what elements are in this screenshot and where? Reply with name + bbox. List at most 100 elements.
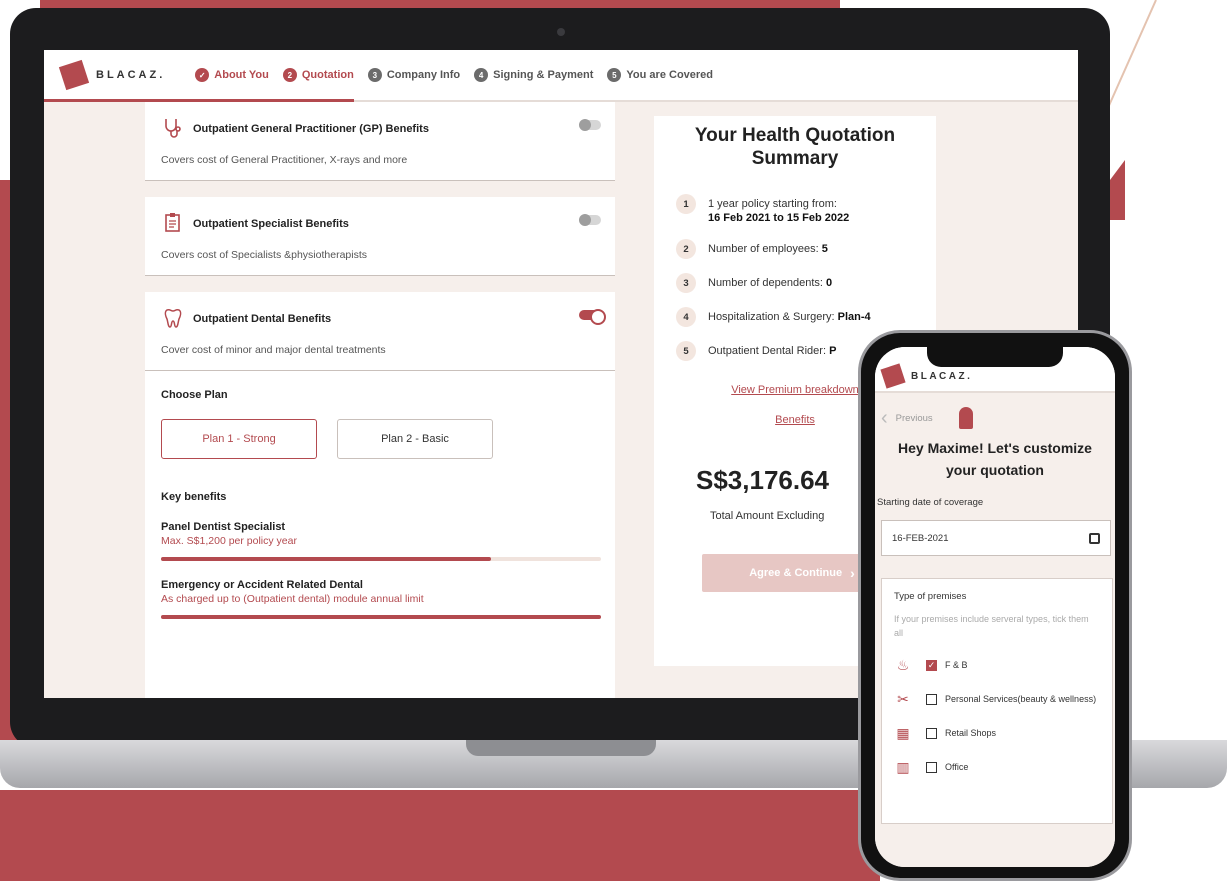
key-benefit-bar-fill	[161, 615, 601, 619]
checkbox[interactable]	[926, 693, 937, 705]
building-icon: ▥	[896, 759, 910, 775]
item-number: 5	[676, 341, 696, 361]
greeting-line: your quotation	[946, 462, 1044, 478]
checkbox[interactable]	[926, 761, 937, 773]
step-quotation[interactable]: 2 Quotation	[282, 68, 354, 82]
previous-button[interactable]: ‹ Previous	[875, 393, 1115, 429]
key-benefit-bar	[161, 557, 601, 561]
item-number: 1	[676, 194, 696, 214]
item-value: 16 Feb 2021 to 15 Feb 2022	[708, 212, 850, 224]
phone-notch	[927, 347, 1063, 367]
step-about-you[interactable]: ✓ About You	[195, 68, 269, 82]
benefit-gp: Outpatient General Practitioner (GP) Ben…	[145, 102, 615, 181]
premises-option-office[interactable]: ▥ Office	[894, 758, 1100, 776]
phone-body: ‹ Previous Hey Maxime! Let's customize y…	[875, 393, 1115, 867]
step-number: 3	[367, 68, 382, 82]
item-number: 4	[676, 307, 696, 327]
laptop-notch	[466, 740, 656, 756]
start-date-label: Starting date of coverage	[877, 497, 984, 508]
benefit-toggle-specialist[interactable]	[579, 214, 601, 226]
phone-frame: BLACAZ. ‹ Previous Hey Maxime! Let's cus…	[858, 330, 1132, 881]
step-label: Signing & Payment	[493, 69, 594, 81]
checkbox[interactable]: ✓	[926, 659, 937, 671]
laptop-camera	[557, 28, 565, 36]
key-benefit-name: Panel Dentist Specialist	[161, 521, 286, 533]
key-benefit-bar	[161, 615, 601, 619]
premises-card: Type of premises If your premises includ…	[881, 578, 1113, 824]
item-number: 3	[676, 273, 696, 293]
step-you-are-covered[interactable]: 5 You are Covered	[607, 68, 713, 82]
key-benefit-limit: Max. S$1,200 per policy year	[161, 535, 297, 547]
step-label: Company Info	[386, 69, 461, 81]
scissors-icon: ✂	[897, 691, 909, 707]
benefit-description: Covers cost of General Practitioner, X-r…	[161, 154, 408, 166]
logo-icon	[880, 363, 906, 389]
summary-item: 3 Number of dependents: 0	[676, 273, 936, 293]
phone-screen: BLACAZ. ‹ Previous Hey Maxime! Let's cus…	[875, 347, 1115, 867]
key-benefit-bar-fill	[161, 557, 491, 561]
check-icon: ✓	[195, 68, 210, 82]
start-date-value: 16-FEB-2021	[892, 532, 949, 544]
step-company-info[interactable]: 3 Company Info	[367, 68, 461, 82]
benefit-toggle-dental[interactable]	[579, 309, 606, 325]
step-number: 2	[282, 68, 297, 82]
plan-strong-button[interactable]: Plan 1 - Strong	[161, 419, 317, 459]
benefit-toggle-gp[interactable]	[579, 119, 601, 131]
summary-item: 2 Number of employees: 5	[676, 239, 936, 259]
key-benefit-name: Emergency or Accident Related Dental	[161, 579, 363, 591]
item-label: Outpatient Dental Rider:	[708, 345, 827, 357]
plan-basic-button[interactable]: Plan 2 - Basic	[337, 419, 493, 459]
greeting-heading: Hey Maxime! Let's customize your quotati…	[875, 437, 1115, 481]
benefit-title: Outpatient General Practitioner (GP) Ben…	[193, 123, 429, 135]
item-value: 0	[826, 277, 833, 289]
benefit-specialist: Outpatient Specialist Benefits Covers co…	[145, 197, 615, 276]
item-label: Hospitalization & Surgery:	[708, 311, 835, 323]
key-benefit-item: Emergency or Accident Related Dental As …	[161, 579, 601, 619]
option-label: F & B	[945, 660, 968, 670]
checkbox[interactable]	[926, 727, 937, 739]
step-number: 4	[474, 68, 489, 82]
premises-option-personal-services[interactable]: ✂ Personal Services(beauty & wellness)	[894, 690, 1100, 708]
start-date-field[interactable]: 16-FEB-2021	[881, 520, 1111, 556]
step-label: You are Covered	[626, 69, 714, 81]
summary-title-line: Your Health Quotation	[694, 125, 896, 146]
button-label: Agree & Continue	[749, 567, 843, 579]
clipboard-icon	[161, 212, 185, 236]
shop-icon: ▦	[896, 725, 910, 741]
tooth-icon	[161, 307, 185, 331]
premises-option-retail[interactable]: ▦ Retail Shops	[894, 724, 1100, 742]
brand-name: BLACAZ.	[96, 69, 166, 81]
item-value: 5	[821, 243, 828, 255]
avatar	[958, 407, 973, 429]
top-navbar: BLACAZ. ✓ About You 2 Quotation 3 Compan…	[44, 50, 1078, 102]
brand-name: BLACAZ.	[911, 370, 973, 382]
chevron-right-icon: ›	[850, 565, 855, 581]
key-benefit-limit: As charged up to (Outpatient dental) mod…	[161, 593, 424, 605]
benefit-title: Outpatient Dental Benefits	[193, 313, 332, 325]
plan-chooser: Choose Plan Plan 1 - Strong Plan 2 - Bas…	[145, 371, 615, 619]
calendar-icon[interactable]	[1089, 532, 1100, 544]
key-benefits-title: Key benefits	[161, 491, 227, 503]
summary-item: 1 1 year policy starting from: 16 Feb 202…	[676, 194, 936, 225]
item-value: P	[829, 345, 837, 357]
item-label: 1 year policy starting from:	[708, 198, 837, 210]
premises-option-fnb[interactable]: ♨ ✓ F & B	[894, 656, 1100, 674]
chevron-left-icon: ‹	[881, 407, 888, 429]
benefits-panel: Outpatient General Practitioner (GP) Ben…	[145, 102, 615, 698]
step-signing-payment[interactable]: 4 Signing & Payment	[474, 68, 593, 82]
item-label: Number of employees:	[708, 243, 819, 255]
item-label: Number of dependents:	[708, 277, 823, 289]
logo-icon	[58, 59, 90, 91]
step-number: 5	[607, 68, 622, 82]
greeting-line: Hey Maxime! Let's customize	[898, 440, 1092, 456]
benefit-title: Outpatient Specialist Benefits	[193, 218, 349, 230]
summary-item: 4 Hospitalization & Surgery: Plan-4	[676, 307, 936, 327]
benefit-description: Covers cost of Specialists &physiotherap…	[161, 249, 368, 261]
item-value: Plan-4	[837, 311, 871, 323]
summary-title: Your Health Quotation Summary	[654, 124, 936, 170]
item-number: 2	[676, 239, 696, 259]
benefit-dental: Outpatient Dental Benefits Cover cost of…	[145, 292, 615, 371]
benefit-description: Cover cost of minor and major dental tre…	[161, 344, 386, 356]
backdrop-bottom-band	[0, 790, 880, 881]
key-benefit-item: Panel Dentist Specialist Max. S$1,200 pe…	[161, 521, 601, 561]
